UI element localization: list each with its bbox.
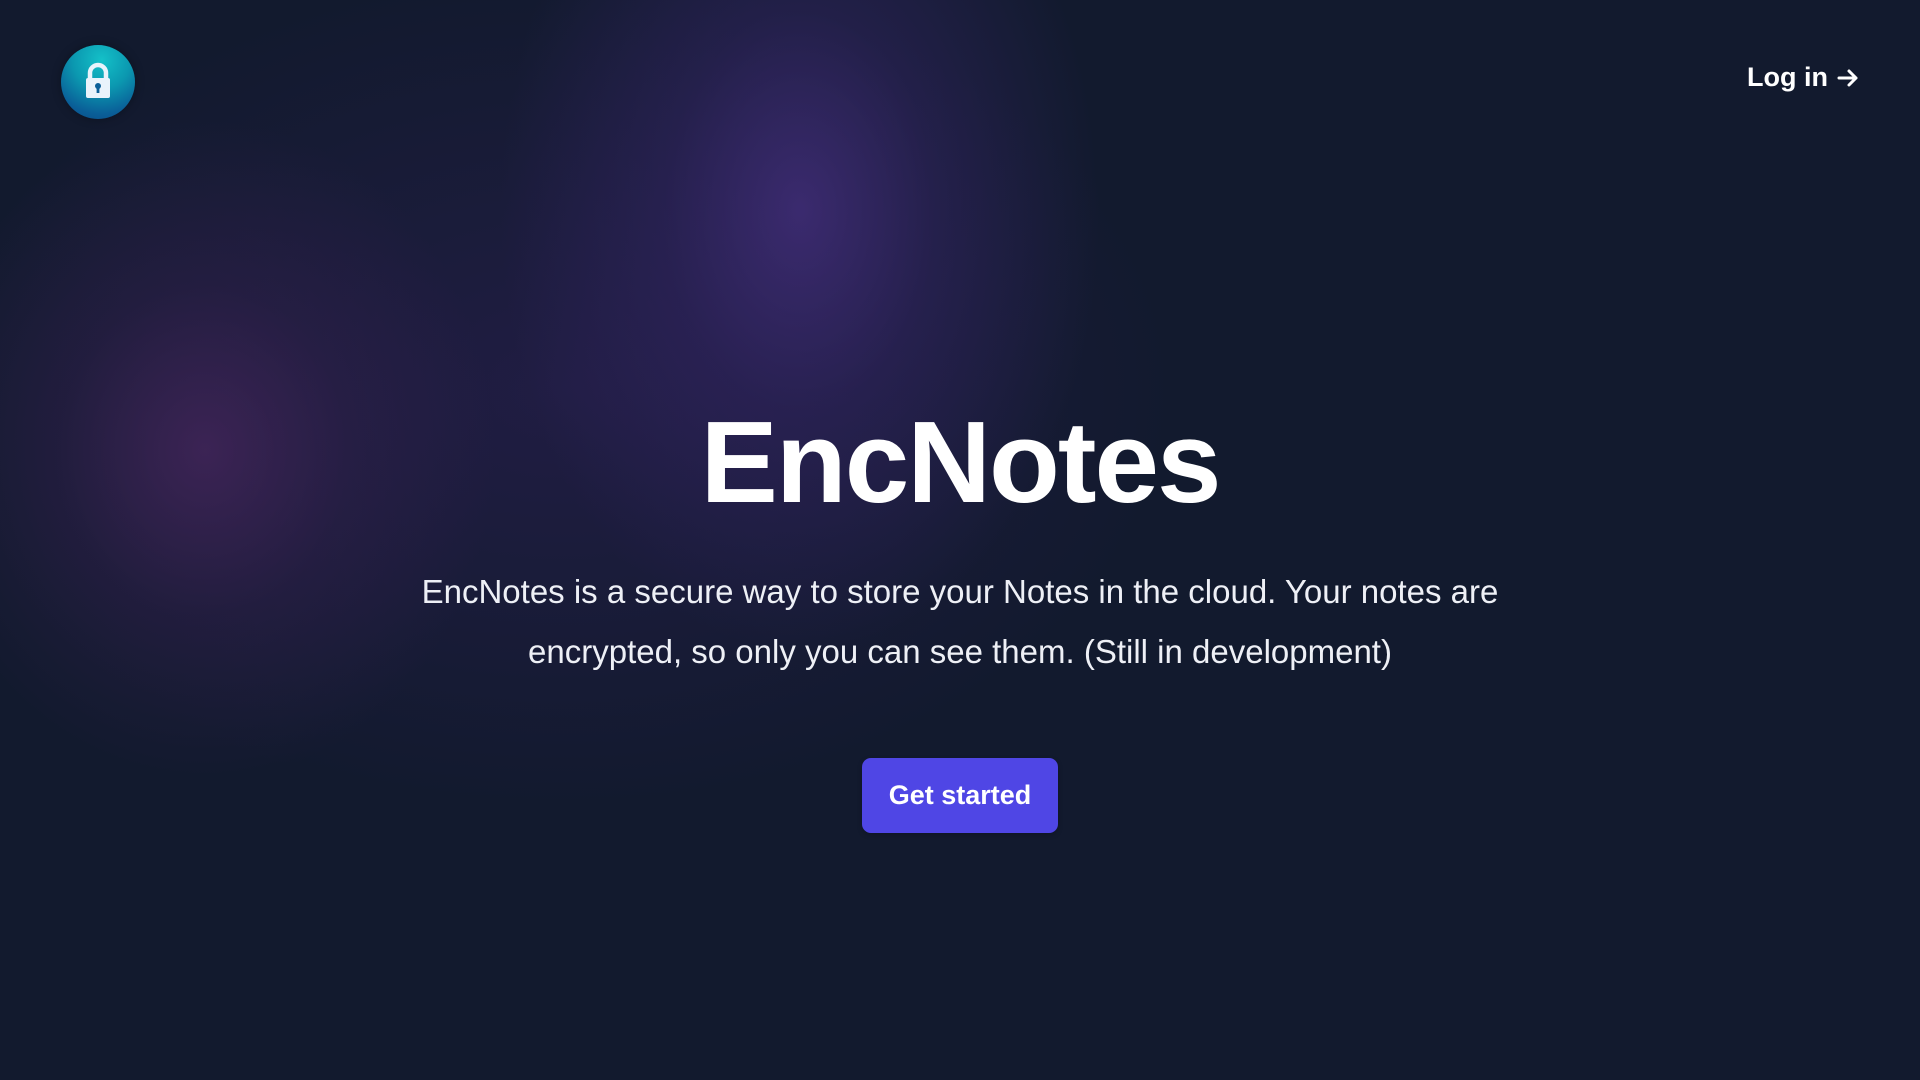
- login-label: Log in: [1747, 62, 1828, 92]
- page-title: EncNotes: [700, 397, 1221, 527]
- logo[interactable]: [61, 45, 135, 119]
- hero-description: EncNotes is a secure way to store your N…: [421, 573, 1499, 670]
- header: Log in: [0, 0, 1920, 165]
- get-started-button[interactable]: Get started: [862, 758, 1058, 833]
- login-link[interactable]: Log in: [1747, 62, 1860, 93]
- arrow-right-icon: [1836, 67, 1860, 89]
